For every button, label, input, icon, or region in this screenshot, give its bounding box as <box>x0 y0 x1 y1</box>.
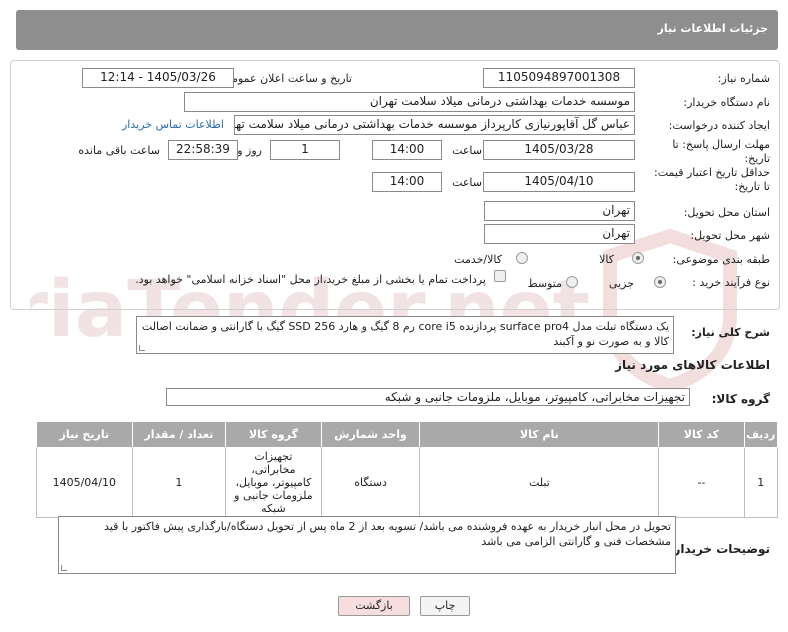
price-validity-time-field[interactable]: 14:00 <box>372 172 442 192</box>
category-radio-goods-service[interactable] <box>516 252 528 264</box>
process-option-minor: جزیی <box>608 277 634 290</box>
col-group: گروه کالا <box>225 421 322 448</box>
delivery-city-field[interactable]: تهران <box>484 224 635 244</box>
col-qty: تعداد / مقدار <box>131 421 227 448</box>
requester-label: ایجاد کننده درخواست: <box>668 119 770 132</box>
buyer-notes-label: توضیحات خریدار: <box>668 542 770 556</box>
goods-group-field[interactable]: تجهیزات مخابراتی، کامپیوتر، موبایل، ملزو… <box>166 388 690 406</box>
goods-group-label: گروه کالا: <box>711 392 770 406</box>
cell-qty: 1 <box>131 447 227 518</box>
cell-code: -- <box>658 447 745 518</box>
remaining-time-field[interactable]: 22:58:39 <box>168 140 238 160</box>
goods-info-title: اطلاعات کالاهای مورد نیاز <box>615 358 770 372</box>
delivery-province-field[interactable]: تهران <box>484 201 635 221</box>
col-row: ردیف <box>743 421 779 448</box>
buyer-org-label: نام دستگاه خریدار: <box>683 96 770 109</box>
buyer-notes-text: تحویل در محل انبار خریدار به عهده فروشند… <box>104 520 671 548</box>
category-option-goods: کالا <box>599 253 614 266</box>
buyer-notes-textarea[interactable]: تحویل در محل انبار خریدار به عهده فروشند… <box>58 516 676 574</box>
announce-datetime-field[interactable]: 1405/03/26 - 12:14 <box>82 68 234 88</box>
category-option-goods-service: کالا/خدمت <box>454 253 502 266</box>
treasury-payment-note: پرداخت تمام یا بخشی از مبلغ خرید،از محل … <box>135 273 486 286</box>
goods-table: ردیف کد کالا نام کالا واحد شمارش گروه کا… <box>36 421 779 518</box>
process-option-medium: متوسط <box>527 277 562 290</box>
header-bar: جزئیات اطلاعات نیاز <box>16 10 778 50</box>
cell-group: تجهیزات مخابراتی، کامپیوتر، موبایل، ملزو… <box>225 447 322 518</box>
col-code: کد کالا <box>658 421 745 448</box>
general-description-textarea[interactable]: یک دستگاه تبلت مدل surface pro4 پردازنده… <box>136 316 674 354</box>
price-validity-label: حداقل تاریخ اعتبار قیمت: تا تاریخ: <box>654 166 770 193</box>
reply-deadline-time-field[interactable]: 14:00 <box>372 140 442 160</box>
process-radio-minor[interactable] <box>654 276 666 288</box>
need-number-field[interactable]: 1105094897001308 <box>483 68 635 88</box>
remaining-time-label: ساعت باقی مانده <box>78 144 160 157</box>
delivery-province-label: استان محل تحویل: <box>683 206 770 219</box>
treasury-payment-checkbox[interactable] <box>494 270 506 282</box>
reply-deadline-label: مهلت ارسال پاسخ: تا تاریخ: <box>672 138 770 165</box>
remaining-days-label: روز و <box>237 144 262 157</box>
price-validity-time-label: ساعت <box>452 176 482 189</box>
category-label: طبقه بندی موضوعی: <box>672 253 770 266</box>
process-type-label: نوع فرآیند خرید : <box>692 276 770 289</box>
general-description-text: یک دستگاه تبلت مدل surface pro4 پردازنده… <box>141 320 669 348</box>
header-title: جزئیات اطلاعات نیاز <box>657 22 769 35</box>
general-description-label: شرح کلی نیاز: <box>691 326 770 339</box>
print-button[interactable]: چاپ <box>420 596 470 616</box>
col-date: تاریخ نیاز <box>36 421 133 448</box>
page: جزئیات اطلاعات نیاز AriaTender.net شماره… <box>6 6 782 626</box>
buyer-contact-link[interactable]: اطلاعات تماس خریدار <box>122 118 224 131</box>
category-radio-goods[interactable] <box>632 252 644 264</box>
cell-unit: دستگاه <box>320 447 421 518</box>
announce-datetime-label: تاریخ و ساعت اعلان عمومی: <box>219 72 352 85</box>
need-number-label: شماره نیاز: <box>717 72 770 85</box>
remaining-days-field[interactable]: 1 <box>270 140 340 160</box>
goods-table-header: ردیف کد کالا نام کالا واحد شمارش گروه کا… <box>36 421 779 448</box>
back-button[interactable]: بازگشت <box>338 596 410 616</box>
cell-name: تبلت <box>419 447 660 518</box>
cell-date: 1405/04/10 <box>36 447 133 518</box>
delivery-city-label: شهر محل تحویل: <box>690 229 770 242</box>
reply-deadline-time-label: ساعت <box>452 144 482 157</box>
col-unit: واحد شمارش <box>320 421 421 448</box>
resize-grip-icon[interactable] <box>139 345 145 351</box>
buyer-org-field[interactable]: موسسه خدمات بهداشتی درمانی میلاد سلامت ت… <box>184 92 635 112</box>
resize-grip-icon[interactable] <box>61 565 67 571</box>
table-row[interactable]: 1 -- تبلت دستگاه تجهیزات مخابراتی، کامپی… <box>36 447 779 518</box>
cell-row: 1 <box>743 447 779 518</box>
requester-field[interactable]: عباس گل آقاپورنیازی کارپرداز موسسه خدمات… <box>234 115 635 135</box>
col-name: نام کالا <box>419 421 660 448</box>
price-validity-date-field[interactable]: 1405/04/10 <box>483 172 635 192</box>
reply-deadline-date-field[interactable]: 1405/03/28 <box>483 140 635 160</box>
process-radio-medium[interactable] <box>566 276 578 288</box>
